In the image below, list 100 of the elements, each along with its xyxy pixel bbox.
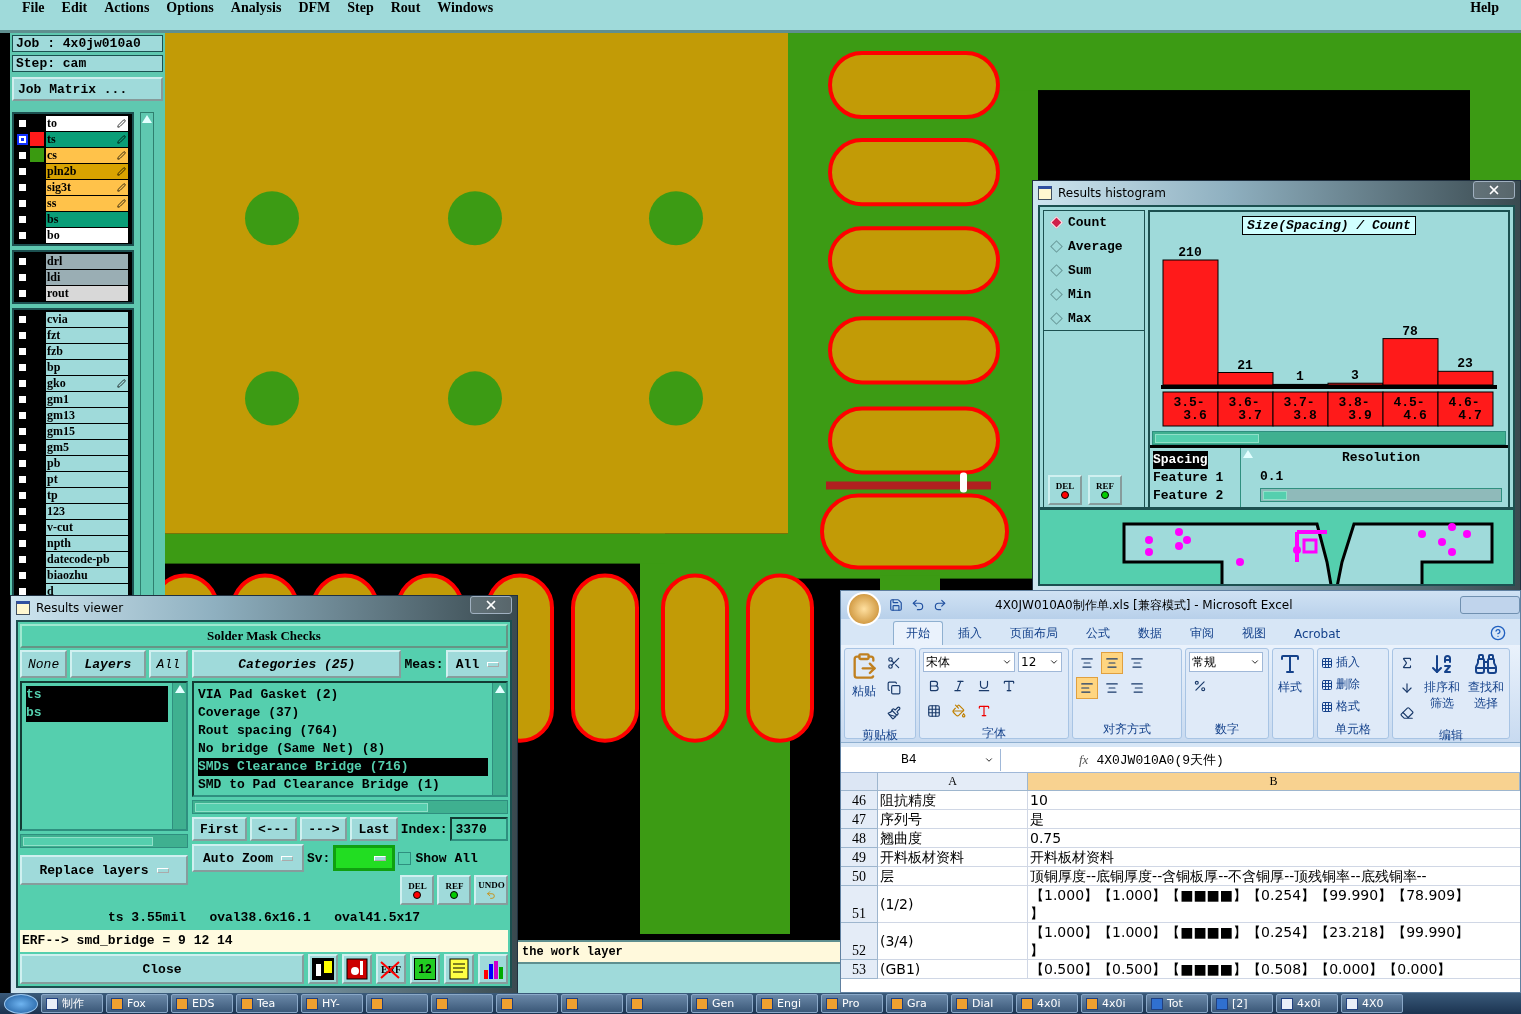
taskbar-item[interactable]: Dial [951, 994, 1013, 1013]
tool-button[interactable] [478, 954, 508, 984]
menu-item[interactable]: Edit [61, 0, 88, 16]
ribbon-tab[interactable]: 开始 [893, 621, 943, 645]
navigation-button[interactable]: First [192, 817, 247, 841]
taskbar-item[interactable]: 4X0 [1341, 994, 1403, 1013]
filter-button[interactable]: All [148, 650, 188, 678]
layer-checkbox[interactable] [17, 255, 28, 267]
save-icon[interactable] [889, 598, 903, 612]
layer-checkbox[interactable] [17, 361, 28, 373]
cells-button[interactable]: 插入 [1321, 652, 1360, 673]
navigation-button[interactable]: <--- [250, 817, 298, 841]
meas-dropdown[interactable]: All [446, 650, 509, 678]
number-format-dropdown[interactable]: 常规 [1189, 652, 1263, 672]
field-item[interactable]: Feature 2 [1153, 487, 1237, 505]
layer-checkbox[interactable] [17, 441, 28, 453]
scrollbar[interactable] [140, 112, 154, 598]
row-header[interactable]: 48 [841, 829, 878, 848]
radio-button[interactable] [1050, 240, 1063, 253]
row-header[interactable]: 50 [841, 867, 878, 886]
menu-item[interactable]: DFM [298, 0, 331, 16]
taskbar-item[interactable]: 制作 [41, 994, 103, 1013]
taskbar-item[interactable] [431, 994, 493, 1013]
scroll-arrow-icon[interactable] [495, 685, 505, 693]
delete-button[interactable]: DEL [400, 875, 435, 905]
layer-name[interactable]: npth [46, 535, 128, 551]
layer-name[interactable]: bp [46, 359, 128, 375]
ribbon-tab[interactable]: 审阅 [1177, 621, 1227, 645]
row-header[interactable]: 51 [841, 886, 878, 923]
menu-item[interactable]: Windows [437, 0, 494, 16]
layer-checkbox[interactable] [17, 133, 28, 145]
tool-button[interactable] [342, 954, 372, 984]
taskbar-item[interactable] [366, 994, 428, 1013]
layer-name[interactable]: fzt [46, 327, 128, 343]
layer-name[interactable]: biaozhu [46, 567, 128, 583]
help-menu[interactable]: Help [1470, 0, 1499, 16]
cells-button[interactable]: 格式 [1321, 696, 1360, 717]
taskbar-item[interactable]: 4x0i [1016, 994, 1078, 1013]
layer-name[interactable]: bo [46, 227, 128, 243]
show-all-checkbox[interactable] [398, 851, 412, 865]
menu-item[interactable]: Analysis [230, 0, 282, 16]
layer-name[interactable]: pln2b [46, 163, 128, 179]
layer-list-item[interactable]: ts [26, 686, 168, 704]
taskbar-item[interactable]: [2] [1211, 994, 1273, 1013]
navigation-button[interactable]: ---> [300, 817, 348, 841]
layer-name[interactable]: gm15 [46, 423, 128, 439]
taskbar-item[interactable] [561, 994, 623, 1013]
filter-button[interactable]: Layers [70, 650, 146, 678]
sort-filter-button[interactable]: 排序和筛选 [1421, 652, 1463, 711]
taskbar-item[interactable]: 4x0i [1276, 994, 1338, 1013]
field-item[interactable]: Spacing [1153, 451, 1208, 469]
layer-checkbox[interactable] [17, 521, 28, 533]
find-select-button[interactable]: 查找和选择 [1465, 652, 1507, 711]
taskbar-item[interactable]: HY- [301, 994, 363, 1013]
index-field[interactable]: 3370 [450, 817, 509, 841]
auto-zoom-dropdown[interactable]: Auto Zoom [192, 844, 304, 872]
layer-name[interactable]: to [46, 115, 128, 131]
refresh-button[interactable]: REF [1088, 475, 1122, 505]
name-box[interactable]: B4 [841, 748, 1001, 771]
layer-checkbox[interactable] [17, 345, 28, 357]
filter-button[interactable]: None [20, 650, 68, 678]
layer-name[interactable]: gko [46, 375, 128, 391]
menu-item[interactable]: Options [166, 0, 214, 16]
radio-button[interactable] [1050, 288, 1063, 301]
scrollbar[interactable] [192, 800, 509, 814]
category-item[interactable]: VIA Pad Gasket (2) [198, 686, 489, 704]
menu-item[interactable]: Actions [104, 0, 150, 16]
taskbar-item[interactable]: Fox [106, 994, 168, 1013]
layer-checkbox[interactable] [17, 313, 28, 325]
layer-name[interactable]: rout [46, 285, 128, 301]
layer-name[interactable]: bs [46, 211, 128, 227]
layer-name[interactable]: pt [46, 471, 128, 487]
field-item[interactable]: Feature 1 [1153, 469, 1237, 487]
layer-checkbox[interactable] [17, 553, 28, 565]
refresh-button[interactable]: REF [437, 875, 472, 905]
ribbon-tab[interactable]: Acrobat [1281, 621, 1354, 645]
layer-checkbox[interactable] [17, 329, 28, 341]
radio-button[interactable] [1050, 264, 1063, 277]
layer-name[interactable]: cs [46, 147, 128, 163]
font-size-dropdown[interactable]: 12 [1018, 652, 1062, 672]
scrollbar[interactable] [172, 683, 186, 829]
layer-name[interactable]: drl [46, 253, 128, 269]
taskbar-item[interactable] [626, 994, 688, 1013]
layer-name[interactable]: sig3t [46, 179, 128, 195]
layer-name[interactable]: 123 [46, 503, 128, 519]
layer-name[interactable]: pb [46, 455, 128, 471]
category-item[interactable]: Coverage (37) [198, 704, 489, 722]
navigation-button[interactable]: Last [350, 817, 398, 841]
cells-button[interactable]: 删除 [1321, 674, 1360, 695]
layer-checkbox[interactable] [17, 457, 28, 469]
row-header[interactable]: 49 [841, 848, 878, 867]
layer-name[interactable]: gm1 [46, 391, 128, 407]
layer-name[interactable]: ss [46, 195, 128, 211]
taskbar-item[interactable] [496, 994, 558, 1013]
ribbon-tab[interactable]: 插入 [945, 621, 995, 645]
menu-item[interactable]: Step [347, 0, 374, 16]
categories-button[interactable]: Categories (25) [192, 650, 402, 678]
layer-checkbox[interactable] [17, 393, 28, 405]
scrollbar[interactable] [20, 834, 188, 848]
replace-layers-dropdown[interactable]: Replace layers [20, 855, 188, 885]
